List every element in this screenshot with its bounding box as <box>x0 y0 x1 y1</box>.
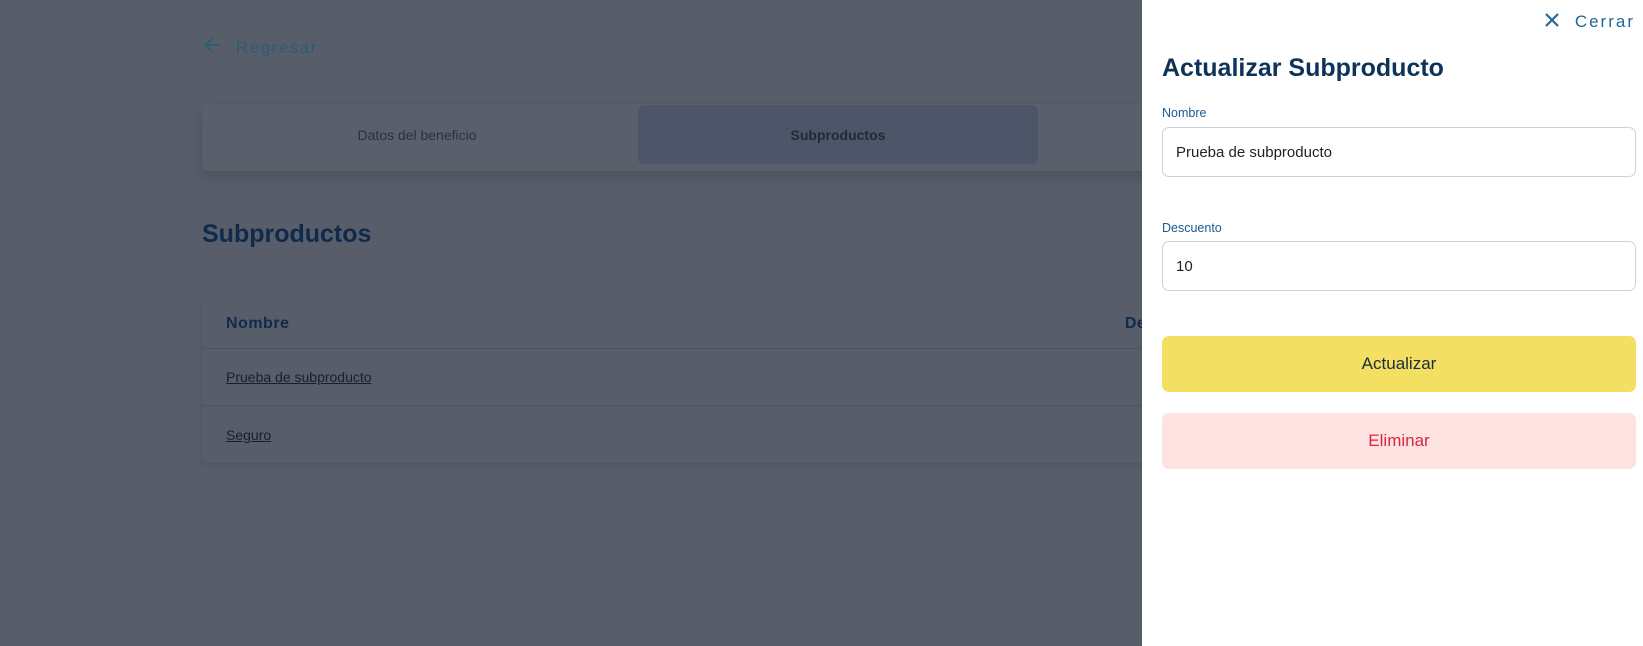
close-icon <box>1545 12 1559 32</box>
row-name-link[interactable]: Seguro <box>226 427 271 443</box>
close-label: Cerrar <box>1574 12 1635 31</box>
descuento-label: Descuento <box>1162 221 1222 235</box>
delete-button[interactable]: Eliminar <box>1162 413 1636 469</box>
subproducts-table: Nombre Descuento Prueba de subproducto 1… <box>202 300 1211 463</box>
tab-datos-del-beneficio[interactable]: Datos del beneficio <box>202 105 632 164</box>
back-label: Regresar <box>236 37 318 57</box>
row-name-link[interactable]: Prueba de subproducto <box>226 369 372 385</box>
table-row: Prueba de subproducto 10 <box>202 349 1177 406</box>
back-button[interactable]: Regresar <box>202 34 318 61</box>
arrow-left-icon <box>202 34 224 61</box>
nombre-label: Nombre <box>1162 106 1207 120</box>
close-button[interactable]: Cerrar <box>1545 12 1635 32</box>
page-title: Subproductos <box>202 220 372 248</box>
table-row: Seguro 5 <box>202 406 1172 463</box>
nombre-input[interactable] <box>1162 127 1636 177</box>
page-background: Regresar Datos del beneficio Subproducto… <box>0 0 1211 646</box>
table-header: Nombre Descuento <box>202 300 1211 349</box>
update-button[interactable]: Actualizar <box>1162 336 1636 392</box>
column-header-nombre[interactable]: Nombre <box>226 315 289 333</box>
tab-bar: Datos del beneficio Subproductos <box>202 104 1162 171</box>
panel-title: Actualizar Subproducto <box>1162 54 1444 82</box>
descuento-input[interactable] <box>1162 241 1636 291</box>
update-subproduct-panel: Cerrar Actualizar Subproducto Nombre Des… <box>1142 0 1643 646</box>
tab-subproductos[interactable]: Subproductos <box>638 105 1038 164</box>
